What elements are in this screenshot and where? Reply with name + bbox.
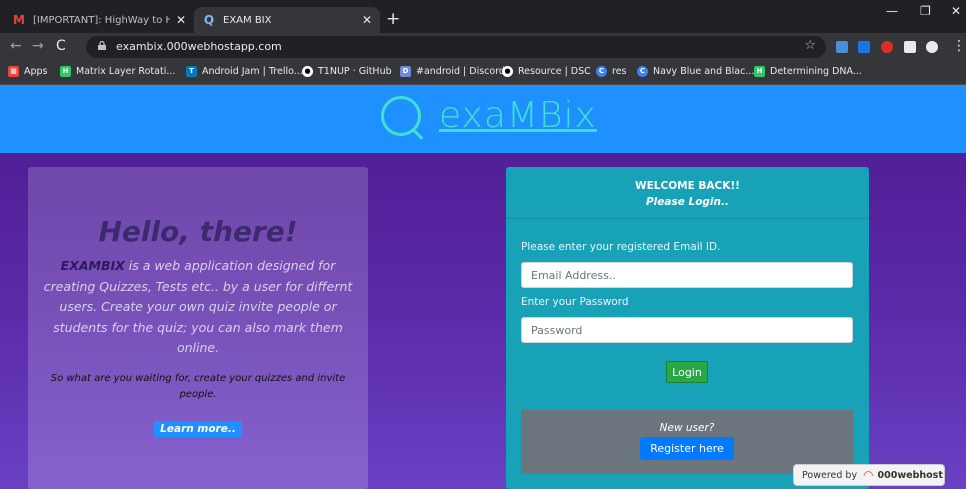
- bookmark-apps[interactable]: ▦ Apps: [8, 66, 48, 77]
- tab-exambix[interactable]: Q EXAM BIX ✕: [194, 7, 380, 33]
- bookmark-label: Matrix Layer Rotati...: [76, 66, 176, 77]
- password-label: Enter your Password: [521, 296, 629, 308]
- bookmark-item[interactable]: ● T1NUP · GitHub: [302, 66, 392, 77]
- tab-title: [IMPORTANT]: HighWay to Highl: [33, 14, 170, 26]
- bookmark-item[interactable]: ● Resource | DSC: [502, 66, 591, 77]
- page-content: exaMBix Hello, there! EXAMBIX is a web a…: [0, 85, 966, 489]
- extension-icon[interactable]: [836, 41, 848, 53]
- login-header: WELCOME BACK!! Please Login..: [506, 167, 869, 219]
- webhost-logo-icon: ◠: [863, 468, 874, 482]
- brand-name[interactable]: exaMBix: [439, 95, 597, 136]
- bookmark-item[interactable]: H Matrix Layer Rotati...: [60, 66, 175, 77]
- tab-title: EXAM BIX: [223, 14, 272, 26]
- hello-description: EXAMBIX is a web application designed fo…: [42, 256, 354, 359]
- url-text: exambix.000webhostapp.com: [116, 40, 282, 53]
- discord-icon: D: [400, 66, 411, 77]
- minimize-icon[interactable]: —: [886, 4, 898, 18]
- bookmark-item[interactable]: H Determining DNA...: [754, 66, 862, 77]
- bookmark-item[interactable]: C Navy Blue and Blac...: [637, 66, 754, 77]
- hackerrank-icon: H: [60, 66, 71, 77]
- github-icon: ●: [502, 66, 513, 77]
- hello-waiting: So what are you waiting for, create your…: [50, 372, 346, 400]
- gmail-icon: M: [13, 13, 25, 27]
- bookmark-label: Android Jam | Trello...: [202, 66, 303, 77]
- menu-icon[interactable]: ⋮: [952, 38, 966, 54]
- bookmark-label: Navy Blue and Blac...: [653, 66, 755, 77]
- github-icon: ●: [302, 66, 313, 77]
- bookmark-item[interactable]: D #android | Discord: [400, 66, 505, 77]
- bookmark-label: res: [612, 66, 627, 77]
- extension-icon[interactable]: [858, 41, 870, 53]
- browser-toolbar: ← → C exambix.000webhostapp.com ☆ ⋮: [0, 33, 966, 61]
- lock-icon: [98, 41, 106, 50]
- register-button[interactable]: Register here: [640, 437, 734, 460]
- c-icon: C: [637, 66, 648, 77]
- email-label: Please enter your registered Email ID.: [521, 241, 721, 253]
- trello-icon: T: [186, 66, 197, 77]
- address-bar[interactable]: exambix.000webhostapp.com ☆: [86, 36, 826, 58]
- profile-avatar[interactable]: [926, 41, 938, 53]
- bookmark-label: Apps: [24, 66, 48, 77]
- puzzle-icon[interactable]: [904, 41, 916, 53]
- apps-grid-icon: ▦: [8, 66, 19, 77]
- bookmark-item[interactable]: T Android Jam | Trello...: [186, 66, 303, 77]
- password-field[interactable]: Password: [521, 317, 853, 343]
- please-login-text: Please Login..: [645, 196, 729, 208]
- bookmark-label: #android | Discord: [416, 66, 505, 77]
- site-logo[interactable]: exaMBix: [381, 95, 597, 136]
- site-header: exaMBix: [0, 85, 966, 153]
- hello-title: Hello, there!: [98, 215, 298, 248]
- welcome-text: WELCOME BACK!!: [635, 180, 740, 192]
- powered-by-badge[interactable]: Powered by ◠ 000webhost: [793, 464, 945, 486]
- close-icon[interactable]: ✕: [176, 13, 186, 27]
- forward-icon[interactable]: →: [32, 38, 44, 54]
- email-field[interactable]: Email Address..: [521, 262, 853, 288]
- login-button[interactable]: Login: [666, 361, 708, 383]
- host-name: 000webhost: [877, 469, 943, 481]
- close-window-icon[interactable]: ✕: [951, 4, 961, 18]
- bookmark-label: T1NUP · GitHub: [318, 66, 392, 77]
- login-card: WELCOME BACK!! Please Login.. Please ent…: [506, 167, 869, 489]
- bookmark-star-icon[interactable]: ☆: [804, 38, 816, 53]
- close-icon[interactable]: ✕: [362, 13, 372, 27]
- powered-by-text: Powered by: [802, 469, 858, 481]
- bookmark-label: Determining DNA...: [770, 66, 862, 77]
- c-icon: C: [596, 66, 607, 77]
- tab-gmail[interactable]: M [IMPORTANT]: HighWay to Highl ✕: [4, 7, 194, 33]
- bookmarks-bar: ▦ Apps H Matrix Layer Rotati... T Android J…: [0, 61, 966, 85]
- reload-icon[interactable]: C: [56, 38, 66, 54]
- search-q-icon: Q: [203, 13, 215, 27]
- hello-card: Hello, there! EXAMBIX is a web applicati…: [28, 167, 368, 489]
- hackerrank-icon: H: [754, 66, 765, 77]
- q-logo-icon: [381, 95, 421, 136]
- bookmark-label: Resource | DSC: [518, 66, 591, 77]
- back-icon[interactable]: ←: [10, 38, 22, 54]
- adblock-icon[interactable]: [881, 41, 893, 53]
- new-user-text: New user?: [659, 422, 715, 434]
- learn-more-button[interactable]: Learn more..: [154, 420, 242, 437]
- brand-word: EXAMBIX: [60, 258, 125, 273]
- new-tab-icon[interactable]: +: [386, 9, 400, 29]
- tab-strip: M [IMPORTANT]: HighWay to Highl ✕ Q EXAM…: [0, 0, 966, 33]
- restore-icon[interactable]: ❐: [920, 4, 931, 18]
- bookmark-item[interactable]: Cres: [596, 66, 627, 77]
